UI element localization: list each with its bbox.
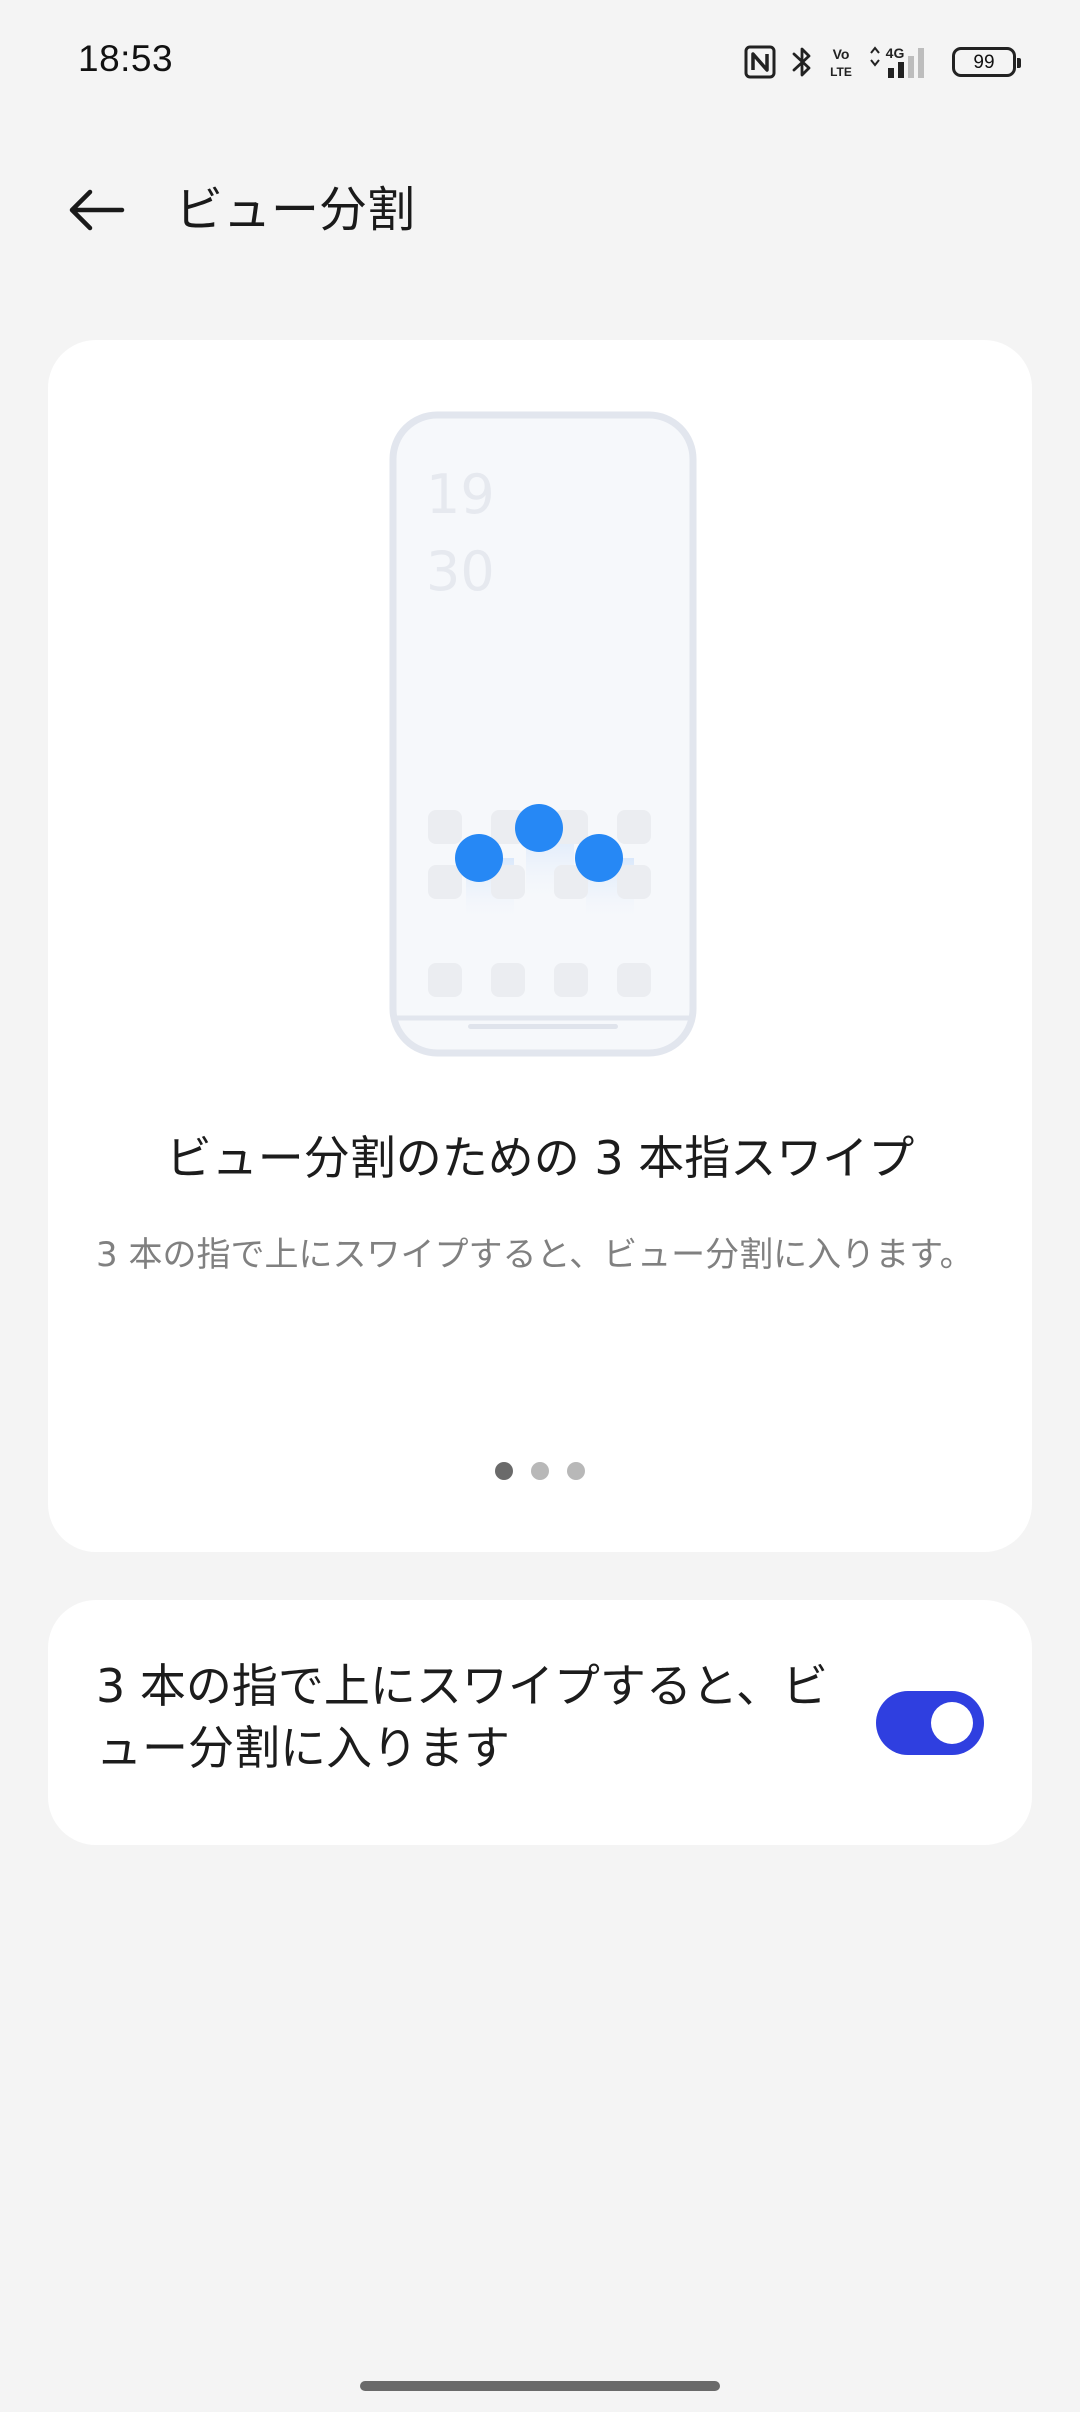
touch-point-right bbox=[575, 834, 623, 882]
three-finger-swipe-toggle[interactable] bbox=[876, 1691, 984, 1755]
phone-clock-minute: 30 bbox=[426, 540, 495, 603]
battery-level: 99 bbox=[973, 51, 995, 73]
page-dot-2[interactable] bbox=[531, 1462, 549, 1480]
toggle-card[interactable]: 3 本の指で上にスワイプすると、ビュー分割に入ります bbox=[48, 1600, 1032, 1845]
status-bar: 18:53 Vo LTE 4G 99 bbox=[0, 0, 1080, 120]
bluetooth-icon bbox=[790, 44, 814, 80]
volte-top-text: Vo bbox=[833, 46, 850, 62]
4g-icon: 4G bbox=[886, 45, 905, 61]
phone-clock-hour: 19 bbox=[426, 463, 495, 526]
page-dot-3[interactable] bbox=[567, 1462, 585, 1480]
toggle-knob bbox=[931, 1702, 973, 1744]
intro-card: 19 30 ビュー分割のための 3 本指スワイプ 3 本の指で上にスワイプすると… bbox=[48, 340, 1032, 1552]
page-indicator bbox=[48, 1462, 1032, 1480]
status-icons: Vo LTE 4G 99 bbox=[744, 40, 1021, 84]
back-button[interactable] bbox=[52, 174, 140, 246]
battery-icon: 99 bbox=[952, 47, 1021, 77]
toggle-label: 3 本の指で上にスワイプすると、ビュー分割に入ります bbox=[96, 1659, 829, 1775]
volte-icon: Vo LTE bbox=[828, 44, 854, 80]
volte-bottom-text: LTE bbox=[830, 65, 852, 79]
three-finger-swipe-illustration: 19 30 bbox=[389, 411, 697, 1057]
gesture-navigation-bar[interactable] bbox=[360, 2381, 720, 2391]
intro-description: 3 本の指で上にスワイプすると、ビュー分割に入ります。 bbox=[96, 1235, 974, 1275]
arrow-left-icon bbox=[69, 189, 125, 231]
app-header: ビュー分割 bbox=[0, 150, 1080, 270]
status-time: 18:53 bbox=[78, 38, 174, 79]
intro-title: ビュー分割のための 3 本指スワイプ bbox=[165, 1131, 915, 1185]
nfc-icon bbox=[744, 45, 776, 79]
page-dot-1[interactable] bbox=[495, 1462, 513, 1480]
signal-icon: 4G bbox=[868, 44, 932, 80]
touch-point-left bbox=[455, 834, 503, 882]
touch-point-center bbox=[515, 804, 563, 852]
page-title: ビュー分割 bbox=[175, 182, 416, 238]
